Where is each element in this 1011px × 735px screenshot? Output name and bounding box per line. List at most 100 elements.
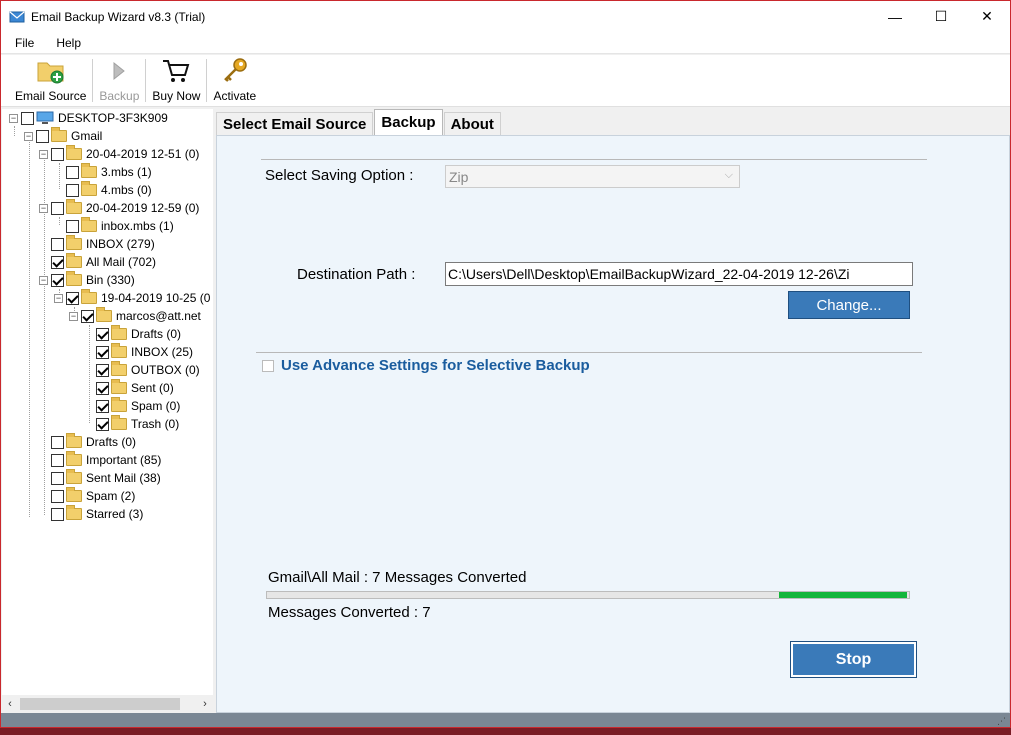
tree-checkbox[interactable]	[81, 309, 94, 323]
tree-node[interactable]: Drafts (0)	[96, 325, 181, 343]
tree-checkbox[interactable]	[96, 399, 109, 413]
destination-path-input[interactable]: C:\Users\Dell\Desktop\EmailBackupWizard_…	[445, 262, 913, 286]
tree-checkbox[interactable]	[66, 183, 79, 197]
collapse-icon[interactable]: −	[39, 275, 48, 285]
scroll-right-icon[interactable]: ›	[197, 698, 213, 710]
tree-node[interactable]: OUTBOX (0)	[96, 361, 200, 379]
conversion-progress-bar	[266, 591, 910, 599]
tree-label: Sent Mail (38)	[86, 471, 161, 485]
tree-checkbox[interactable]	[51, 489, 64, 503]
tree-node[interactable]: − 20-04-2019 12-51 (0)	[39, 145, 199, 163]
tree-checkbox[interactable]	[66, 165, 79, 179]
sent-folder-icon	[66, 469, 82, 484]
tree-node[interactable]: Spam (2)	[51, 487, 135, 505]
saving-option-select[interactable]: Zip ⌵	[445, 165, 740, 188]
destination-path-label: Destination Path :	[297, 266, 416, 283]
tree-label: Trash (0)	[131, 417, 180, 431]
tree-checkbox[interactable]	[36, 129, 49, 143]
tree-node[interactable]: Trash (0)	[96, 415, 179, 433]
tree-checkbox[interactable]	[96, 417, 109, 431]
collapse-icon[interactable]: −	[9, 113, 18, 123]
resize-grip-icon[interactable]: ⋰	[997, 716, 1006, 727]
cart-icon	[163, 60, 190, 82]
tree-checkbox[interactable]	[96, 327, 109, 341]
tree-checkbox[interactable]	[96, 363, 109, 377]
scroll-left-icon[interactable]: ‹	[2, 698, 18, 710]
tree-checkbox[interactable]	[51, 435, 64, 449]
folder-tree: − DESKTOP-3F3K909 − Gmail − 20-04-2019 1…	[2, 109, 213, 695]
buy-now-button[interactable]: Buy Now	[146, 55, 206, 106]
divider	[256, 352, 922, 353]
tree-checkbox[interactable]	[51, 237, 64, 251]
tree-label: Spam (0)	[131, 399, 181, 413]
tree-node[interactable]: − marcos@att.net	[69, 307, 201, 325]
maximize-button[interactable]: ☐	[918, 1, 964, 32]
folder-icon	[111, 361, 127, 376]
activate-button[interactable]: Activate	[207, 55, 262, 106]
tree-checkbox[interactable]	[66, 219, 79, 233]
tree-checkbox[interactable]	[51, 255, 64, 269]
collapse-icon[interactable]: −	[54, 293, 63, 303]
tree-node[interactable]: INBOX (279)	[51, 235, 155, 253]
tree-checkbox[interactable]	[96, 381, 109, 395]
tree-node[interactable]: − Bin (330)	[39, 271, 135, 289]
tree-node[interactable]: 3.mbs (1)	[66, 163, 152, 181]
folder-icon	[81, 163, 97, 178]
collapse-icon[interactable]: −	[69, 311, 78, 321]
tree-node[interactable]: All Mail (702)	[51, 253, 156, 271]
status-bar: ⋰	[1, 713, 1010, 727]
tree-checkbox[interactable]	[51, 453, 64, 467]
tab-about[interactable]: About	[443, 112, 501, 135]
backup-toolbar-button[interactable]: Backup	[93, 55, 145, 106]
tree-label: 20-04-2019 12-51 (0)	[86, 147, 200, 161]
tree-checkbox[interactable]	[21, 111, 34, 125]
tree-checkbox[interactable]	[66, 291, 79, 305]
window-title: Email Backup Wizard v8.3 (Trial)	[31, 9, 206, 24]
email-source-button[interactable]: Email Source	[9, 55, 92, 106]
tree-label: marcos@att.net	[116, 309, 201, 323]
envelope-icon	[9, 11, 25, 22]
app-window: Email Backup Wizard v8.3 (Trial) — ☐ ✕ F…	[0, 0, 1011, 728]
chevron-down-icon: ⌵	[724, 169, 733, 181]
tree-node-root[interactable]: − DESKTOP-3F3K909	[9, 109, 168, 127]
tab-select-email-source[interactable]: Select Email Source	[216, 112, 374, 135]
advance-settings-label[interactable]: Use Advance Settings for Selective Backu…	[281, 357, 590, 374]
tree-checkbox[interactable]	[51, 507, 64, 521]
menu-bar: File Help	[1, 32, 1010, 54]
tree-checkbox[interactable]	[51, 471, 64, 485]
backup-panel: Select Saving Option : Zip ⌵ Destination…	[216, 135, 1010, 713]
tree-node[interactable]: Starred (3)	[51, 505, 143, 523]
scroll-thumb[interactable]	[20, 698, 180, 710]
collapse-icon[interactable]: −	[39, 203, 48, 213]
stop-button[interactable]: Stop	[790, 641, 917, 678]
close-button[interactable]: ✕	[964, 1, 1010, 32]
tree-checkbox[interactable]	[96, 345, 109, 359]
tree-node[interactable]: − 20-04-2019 12-59 (0)	[39, 199, 199, 217]
tree-node[interactable]: Important (85)	[51, 451, 161, 469]
tree-node[interactable]: Spam (0)	[96, 397, 180, 415]
tree-checkbox[interactable]	[51, 147, 64, 161]
tree-label: 3.mbs (1)	[101, 165, 152, 179]
menu-help[interactable]: Help	[42, 36, 89, 50]
tree-node[interactable]: inbox.mbs (1)	[66, 217, 174, 235]
folder-icon	[96, 307, 112, 322]
tree-node[interactable]: Sent (0)	[96, 379, 174, 397]
tree-checkbox[interactable]	[51, 201, 64, 215]
tree-node[interactable]: − 19-04-2019 10-25 (0	[54, 289, 210, 307]
change-button[interactable]: Change...	[788, 291, 910, 319]
collapse-icon[interactable]: −	[24, 131, 33, 141]
tree-node[interactable]: 4.mbs (0)	[66, 181, 152, 199]
advance-settings-checkbox[interactable]	[262, 360, 274, 372]
tree-node[interactable]: INBOX (25)	[96, 343, 193, 361]
menu-file[interactable]: File	[1, 36, 42, 50]
folder-icon	[66, 271, 82, 286]
tree-node-gmail[interactable]: − Gmail	[24, 127, 102, 145]
folder-icon	[81, 217, 97, 232]
tab-backup[interactable]: Backup	[374, 109, 443, 135]
minimize-button[interactable]: —	[872, 1, 918, 32]
tree-checkbox[interactable]	[51, 273, 64, 287]
tree-horizontal-scrollbar[interactable]: ‹ ›	[2, 695, 213, 713]
tree-node[interactable]: Drafts (0)	[51, 433, 136, 451]
collapse-icon[interactable]: −	[39, 149, 48, 159]
tree-node[interactable]: Sent Mail (38)	[51, 469, 161, 487]
